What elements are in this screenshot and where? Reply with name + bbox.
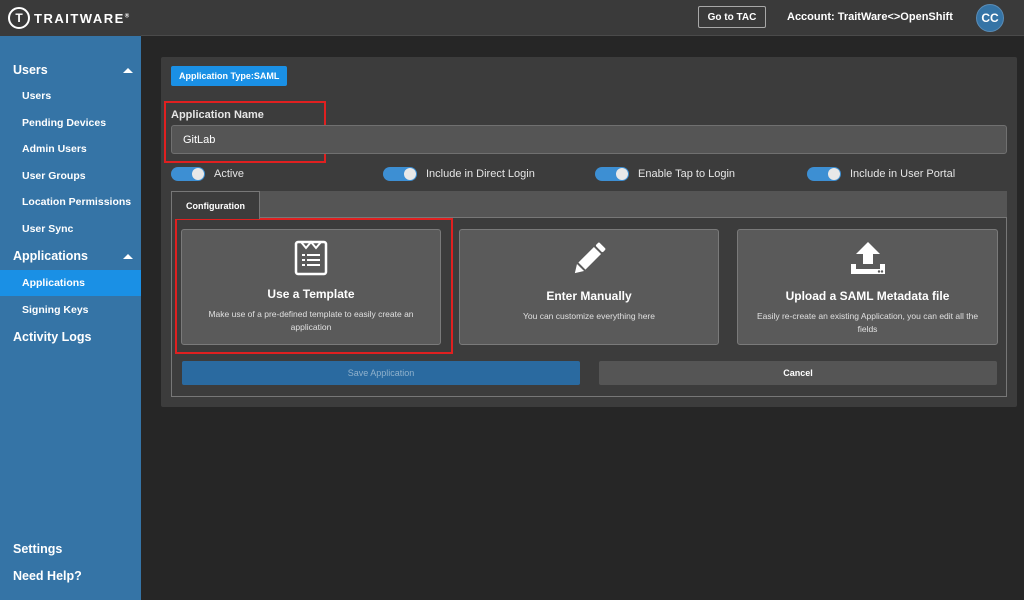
save-application-button[interactable]: Save Application xyxy=(182,361,580,385)
sidebar-section-label: Activity Logs xyxy=(13,330,92,344)
sidebar-section-label: Applications xyxy=(13,249,89,263)
toggle-label: Include in Direct Login xyxy=(426,168,535,180)
toggle-label: Include in User Portal xyxy=(850,168,956,180)
toggle-label: Enable Tap to Login xyxy=(638,168,736,180)
trademark: ® xyxy=(124,13,131,20)
sidebar-item-signing-keys[interactable]: Signing Keys xyxy=(0,297,141,323)
logo[interactable]: T TRAITWARE® xyxy=(0,0,141,36)
toggle-include-user-portal[interactable]: Include in User Portal xyxy=(807,166,955,182)
account-name: TraitWare<>OpenShift xyxy=(837,11,953,23)
topbar: Go to TAC Account: TraitWare<>OpenShift … xyxy=(141,0,1024,36)
sidebar-item-applications[interactable]: Applications xyxy=(0,270,141,296)
toggle-switch[interactable] xyxy=(595,167,629,181)
highlight-box-template xyxy=(175,218,453,354)
card-title: Enter Manually xyxy=(546,289,632,303)
cancel-button[interactable]: Cancel xyxy=(599,361,997,385)
account-label: Account: xyxy=(787,11,835,23)
toggle-label: Active xyxy=(214,168,244,180)
sidebar-section-label: Users xyxy=(13,63,48,77)
toggle-enable-tap-to-login[interactable]: Enable Tap to Login xyxy=(595,166,735,182)
toggle-active[interactable]: Active xyxy=(171,166,244,182)
sidebar-section-users[interactable]: Users xyxy=(0,57,141,83)
toggle-switch[interactable] xyxy=(807,167,841,181)
toggle-switch[interactable] xyxy=(171,167,205,181)
sidebar-item-users[interactable]: Users xyxy=(0,83,141,109)
sidebar-item-user-groups[interactable]: User Groups xyxy=(0,163,141,189)
toggle-switch[interactable] xyxy=(383,167,417,181)
traitware-logo-icon: T xyxy=(8,7,30,29)
sidebar-settings[interactable]: Settings xyxy=(0,536,141,562)
upload-saml-card[interactable]: Upload a SAML Metadata file Easily re-cr… xyxy=(737,229,998,345)
sidebar-need-help[interactable]: Need Help? xyxy=(0,563,141,589)
pencil-icon xyxy=(574,242,606,274)
sidebar-item-location-permissions[interactable]: Location Permissions xyxy=(0,189,141,215)
go-to-tac-button[interactable]: Go to TAC xyxy=(698,6,766,28)
caret-up-icon xyxy=(123,67,133,73)
application-form-panel: Application Type:SAML Application Name A… xyxy=(161,57,1017,407)
caret-up-icon xyxy=(123,253,133,259)
card-description: You can customize everything here xyxy=(523,311,655,321)
application-type-badge: Application Type:SAML xyxy=(171,66,288,86)
toggle-include-direct-login[interactable]: Include in Direct Login xyxy=(383,166,535,182)
card-title: Upload a SAML Metadata file xyxy=(785,289,950,303)
sidebar-item-user-sync[interactable]: User Sync xyxy=(0,216,141,242)
application-name-input[interactable] xyxy=(171,125,1007,154)
brand-name: TRAITWARE xyxy=(34,10,125,26)
sidebar: T TRAITWARE® Users Users Pending Devices… xyxy=(0,0,141,600)
account-info: Account: TraitWare<>OpenShift xyxy=(787,11,953,23)
avatar[interactable]: CC xyxy=(976,4,1004,32)
sidebar-item-pending-devices[interactable]: Pending Devices xyxy=(0,110,141,136)
sidebar-section-activity-logs[interactable]: Activity Logs xyxy=(0,324,141,350)
card-description: Easily re-create an existing Application… xyxy=(756,311,979,334)
sidebar-section-applications[interactable]: Applications xyxy=(0,243,141,269)
application-name-label: Application Name xyxy=(171,109,264,121)
sidebar-item-admin-users[interactable]: Admin Users xyxy=(0,136,141,162)
tab-configuration[interactable]: Configuration xyxy=(171,191,260,219)
upload-icon xyxy=(850,242,885,274)
need-help-label: Need Help? xyxy=(13,569,82,583)
enter-manually-card[interactable]: Enter Manually You can customize everyth… xyxy=(459,229,719,345)
settings-label: Settings xyxy=(13,542,63,556)
